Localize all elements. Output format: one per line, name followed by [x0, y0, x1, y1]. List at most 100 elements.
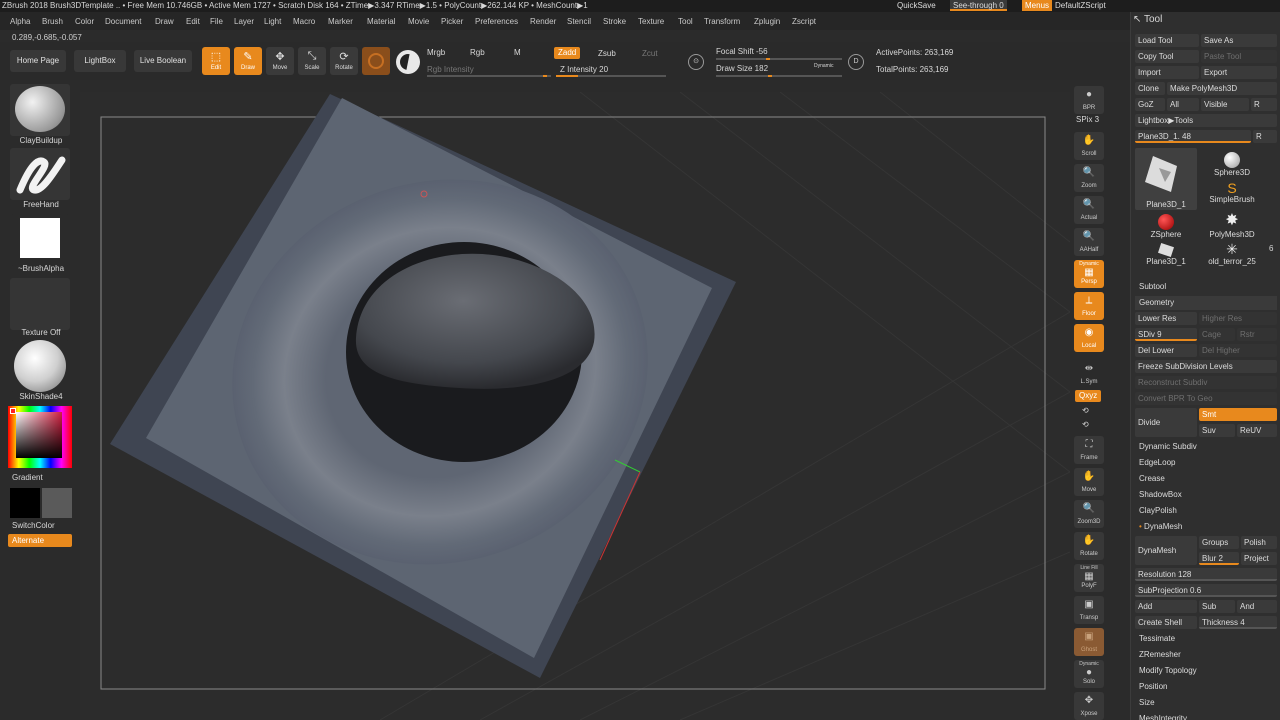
menu-layer[interactable]: Layer: [234, 17, 254, 26]
load-tool-button[interactable]: Load Tool: [1135, 34, 1199, 47]
tool-tile-zsphere[interactable]: ZSphere Plane3D_1: [1135, 212, 1197, 274]
make-polymesh-button[interactable]: Make PolyMesh3D: [1167, 82, 1277, 95]
add-button[interactable]: Add: [1135, 600, 1197, 613]
dynamic-toggle[interactable]: Dynamic: [814, 63, 833, 69]
primary-color-swatch[interactable]: [10, 488, 40, 518]
shadowbox-section[interactable]: ShadowBox: [1135, 488, 1277, 502]
persp-button[interactable]: Dynamic ▦ Persp: [1074, 260, 1104, 288]
menu-stencil[interactable]: Stencil: [567, 17, 591, 26]
freeze-subdivision-button[interactable]: Freeze SubDivision Levels: [1135, 360, 1277, 373]
higher-res-button[interactable]: Higher Res: [1199, 312, 1277, 325]
zremesher-section[interactable]: ZRemesher: [1135, 648, 1277, 662]
paste-tool-button[interactable]: Paste Tool: [1201, 50, 1277, 63]
menu-material[interactable]: Material: [367, 17, 395, 26]
xpose-button[interactable]: ✥ Xpose: [1074, 692, 1104, 720]
lightbox-tools-button[interactable]: Lightbox▶Tools: [1135, 114, 1277, 127]
menu-zplugin[interactable]: Zplugin: [754, 17, 780, 26]
menu-document[interactable]: Document: [105, 17, 141, 26]
bpr-button[interactable]: ● BPR: [1074, 86, 1104, 114]
spix-slider[interactable]: SPix 3: [1076, 115, 1099, 124]
polish-toggle[interactable]: Polish: [1241, 536, 1277, 549]
suv-toggle[interactable]: Suv: [1199, 424, 1235, 437]
blur-slider[interactable]: Blur 2: [1199, 552, 1239, 565]
menu-file[interactable]: File: [210, 17, 223, 26]
polyf-button[interactable]: Line Fill ▦ PolyF: [1074, 564, 1104, 592]
rotate-button[interactable]: ⟳ Rotate: [330, 47, 358, 75]
menu-brush[interactable]: Brush: [42, 17, 63, 26]
z-intensity-slider[interactable]: [556, 75, 666, 77]
move-view-button[interactable]: ✋ Move: [1074, 468, 1104, 496]
menu-draw[interactable]: Draw: [155, 17, 174, 26]
switch-color-button[interactable]: SwitchColor: [12, 521, 78, 530]
del-lower-button[interactable]: Del Lower: [1135, 344, 1197, 357]
modify-topology-section[interactable]: Modify Topology: [1135, 664, 1277, 678]
export-button[interactable]: Export: [1201, 66, 1277, 79]
transp-button[interactable]: ▣ Transp: [1074, 596, 1104, 624]
rotate-axis-icon[interactable]: ⟲: [1082, 406, 1089, 415]
palette-title[interactable]: ↖ Tool: [1133, 14, 1162, 25]
tessimate-section[interactable]: Tessimate: [1135, 632, 1277, 646]
rgb-intensity-slider[interactable]: [427, 75, 551, 77]
solo-button[interactable]: Dynamic ● Solo: [1074, 660, 1104, 688]
menu-stroke[interactable]: Stroke: [603, 17, 626, 26]
live-boolean-button[interactable]: Live Boolean: [134, 50, 192, 72]
draw-size-slider[interactable]: [716, 75, 842, 77]
menu-light[interactable]: Light: [264, 17, 281, 26]
menu-alpha[interactable]: Alpha: [10, 17, 30, 26]
texture-thumbnail[interactable]: [10, 278, 70, 330]
menu-preferences[interactable]: Preferences: [475, 17, 518, 26]
edgeloop-section[interactable]: EdgeLoop: [1135, 456, 1277, 470]
convert-bpr-button[interactable]: Convert BPR To Geo: [1135, 392, 1277, 405]
lsym-button[interactable]: ⇹ L.Sym: [1074, 360, 1104, 388]
save-as-button[interactable]: Save As: [1201, 34, 1277, 47]
material-swatch[interactable]: [362, 47, 390, 75]
home-page-button[interactable]: Home Page: [10, 50, 66, 72]
actual-button[interactable]: 🔍 Actual: [1074, 196, 1104, 224]
zcut-toggle[interactable]: Zcut: [642, 49, 658, 58]
goz-visible-button[interactable]: Visible: [1201, 98, 1249, 111]
sdiv-slider[interactable]: SDiv 9: [1135, 328, 1197, 341]
project-toggle[interactable]: Project: [1241, 552, 1277, 565]
see-through-slider[interactable]: See-through 0: [950, 0, 1007, 11]
menu-movie[interactable]: Movie: [408, 17, 429, 26]
mrgb-toggle[interactable]: Mrgb: [427, 48, 445, 57]
geometry-section[interactable]: Geometry: [1135, 296, 1277, 310]
qxyz-button[interactable]: Qxyz: [1075, 390, 1102, 402]
goz-r-button[interactable]: R: [1251, 98, 1277, 111]
zoom3d-button[interactable]: 🔍 Zoom3D: [1074, 500, 1104, 528]
zoom-button[interactable]: 🔍 Zoom: [1074, 164, 1104, 192]
smt-toggle[interactable]: Smt: [1199, 408, 1277, 421]
color-picker-square[interactable]: [16, 412, 62, 458]
groups-toggle[interactable]: Groups: [1199, 536, 1239, 549]
dynamesh-section[interactable]: • DynaMesh: [1135, 520, 1277, 534]
menu-marker[interactable]: Marker: [328, 17, 353, 26]
resolution-slider[interactable]: Resolution 128: [1135, 568, 1277, 581]
thickness-slider[interactable]: Thickness 4: [1199, 616, 1277, 629]
dynamic-subdiv-section[interactable]: Dynamic Subdiv: [1135, 440, 1277, 454]
lightbox-button[interactable]: LightBox: [74, 50, 126, 72]
reuv-button[interactable]: ReUV: [1237, 424, 1277, 437]
draw-button[interactable]: ✎ Draw: [234, 47, 262, 75]
import-button[interactable]: Import: [1135, 66, 1199, 79]
quicksave-button[interactable]: QuickSave: [894, 0, 939, 11]
menu-tool[interactable]: Tool: [678, 17, 693, 26]
rstr-button[interactable]: Rstr: [1237, 328, 1277, 341]
material-thumbnail[interactable]: [10, 340, 70, 392]
menu-picker[interactable]: Picker: [441, 17, 463, 26]
frame-button[interactable]: ⛶ Frame: [1074, 436, 1104, 464]
claypolish-section[interactable]: ClayPolish: [1135, 504, 1277, 518]
menu-zscript[interactable]: Zscript: [792, 17, 816, 26]
main-color-swatch[interactable]: [10, 408, 16, 414]
goz-button[interactable]: GoZ: [1135, 98, 1165, 111]
tool-r-button[interactable]: R: [1253, 130, 1277, 143]
create-shell-button[interactable]: Create Shell: [1135, 616, 1197, 629]
menu-transform[interactable]: Transform: [704, 17, 740, 26]
subprojection-slider[interactable]: SubProjection 0.6: [1135, 584, 1277, 597]
tool-index-slider[interactable]: Plane3D_1. 48: [1135, 130, 1251, 143]
scroll-button[interactable]: ✋ Scroll: [1074, 132, 1104, 160]
aahalf-button[interactable]: 🔍 AAHalf: [1074, 228, 1104, 256]
menus-button[interactable]: Menus: [1022, 0, 1053, 11]
secondary-color-swatch[interactable]: [42, 488, 72, 518]
alpha-thumbnail[interactable]: [10, 214, 70, 266]
move-button[interactable]: ✥ Move: [266, 47, 294, 75]
